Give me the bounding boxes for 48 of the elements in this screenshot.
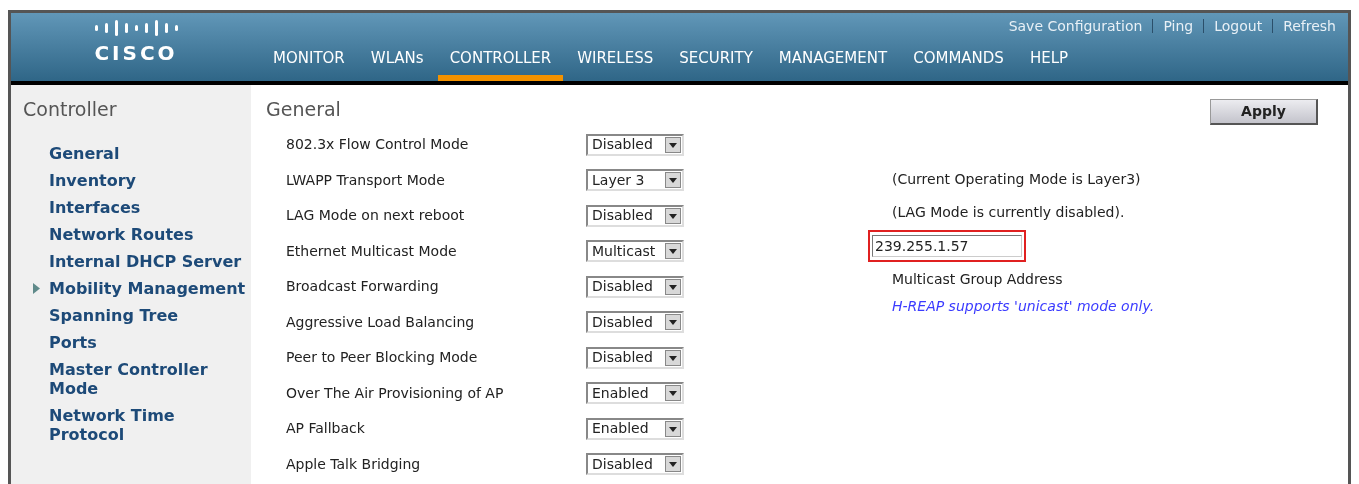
setting-label: Broadcast Forwarding — [286, 277, 440, 297]
sidebar-title: Controller — [23, 97, 118, 122]
page-title: General — [266, 97, 341, 122]
dropdown[interactable]: Enabled — [586, 417, 684, 440]
setting-label: LAG Mode on next reboot — [286, 206, 466, 226]
nav-tab[interactable]: MONITOR — [261, 39, 357, 81]
dropdown[interactable]: Disabled — [586, 133, 684, 156]
dropdown[interactable]: Layer 3 — [586, 169, 684, 192]
dropdown[interactable]: Disabled — [586, 275, 684, 298]
dropdown[interactable]: Disabled — [586, 311, 684, 334]
sidebar-item[interactable]: Mobility Management — [49, 278, 249, 298]
nav-tab[interactable]: SECURITY — [667, 39, 765, 81]
nav-tab[interactable]: WLANs — [358, 39, 436, 81]
setting-label: AP Fallback — [286, 419, 366, 439]
setting-label: Ethernet Multicast Mode — [286, 241, 458, 261]
expand-arrow-icon[interactable] — [32, 282, 40, 294]
setting-label: LWAPP Transport Mode — [286, 170, 446, 190]
sidebar-item[interactable]: Inventory — [49, 170, 249, 190]
multicast-address-field[interactable]: 239.255.1.57 — [872, 235, 1022, 257]
dropdown[interactable]: Disabled — [586, 346, 684, 369]
sidebar-item[interactable]: Spanning Tree — [49, 305, 249, 325]
sidebar-item[interactable]: Interfaces — [49, 197, 249, 217]
setting-label: Apple Talk Bridging — [286, 454, 422, 474]
setting-label: Over The Air Provisioning of AP — [286, 383, 505, 403]
sidebar-item[interactable]: Master Controller Mode — [49, 359, 249, 398]
logo-text: CISCO — [94, 43, 178, 63]
nav-tab[interactable]: HELP — [1017, 39, 1081, 81]
sidebar-item[interactable]: Internal DHCP Server — [49, 251, 249, 271]
nav-tab[interactable]: MANAGEMENT — [766, 39, 900, 81]
setting-label: Aggressive Load Balancing — [286, 312, 476, 332]
nav-tab[interactable]: WIRELESS — [565, 39, 666, 81]
setting-label: Peer to Peer Blocking Mode — [286, 348, 479, 368]
setting-label: 802.3x Flow Control Mode — [286, 135, 470, 155]
sidebar-item[interactable]: Network Time Protocol — [49, 405, 249, 444]
note-text: (LAG Mode is currently disabled). — [892, 203, 1125, 222]
sidebar-item[interactable]: General — [49, 143, 249, 163]
note-text: (Current Operating Mode is Layer3) — [892, 170, 1141, 189]
dropdown[interactable]: Disabled — [586, 204, 684, 227]
hint-text: H-REAP supports 'unicast' mode only. — [892, 296, 1155, 316]
logo-bars-icon — [93, 19, 179, 37]
sidebar-item[interactable]: Ports — [49, 332, 249, 352]
note-text: Multicast Group Address — [892, 270, 1063, 289]
apply-button[interactable]: Apply — [1210, 99, 1318, 125]
sidebar-item[interactable]: Network Routes — [49, 224, 249, 244]
dropdown[interactable]: Disabled — [586, 453, 684, 476]
nav-tab[interactable]: COMMANDS — [901, 39, 1016, 81]
dropdown[interactable]: Enabled — [586, 382, 684, 405]
dropdown[interactable]: Multicast — [586, 240, 684, 263]
